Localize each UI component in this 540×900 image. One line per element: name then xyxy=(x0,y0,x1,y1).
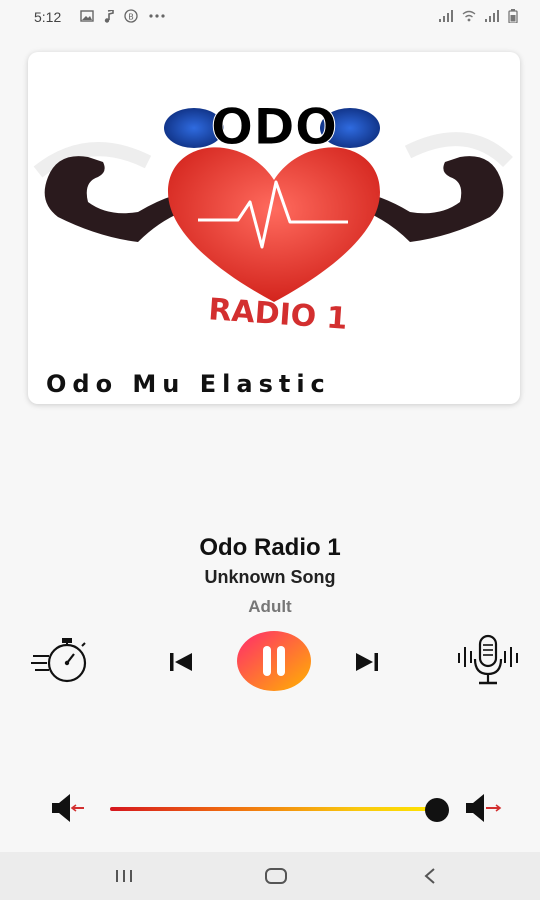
signal-icon xyxy=(485,10,499,22)
next-button[interactable] xyxy=(346,642,388,682)
back-button[interactable] xyxy=(410,862,450,890)
recents-button[interactable] xyxy=(104,862,144,890)
volume-slider-thumb[interactable] xyxy=(424,798,449,822)
volume-slider-track[interactable] xyxy=(110,807,440,811)
skip-previous-icon xyxy=(170,653,192,671)
station-banner: RADIO 1 xyxy=(207,292,348,337)
image-icon xyxy=(80,10,94,22)
svg-text:B: B xyxy=(128,13,134,22)
heart-shape xyxy=(168,147,380,302)
more-dots-icon xyxy=(149,14,165,18)
microphone-icon xyxy=(458,634,518,685)
circle-b-icon: B xyxy=(124,9,138,23)
home-icon xyxy=(265,868,287,884)
recents-icon xyxy=(116,870,132,882)
home-button[interactable] xyxy=(256,862,296,890)
sleep-timer-button[interactable] xyxy=(30,632,94,690)
volume-down-icon xyxy=(52,794,84,822)
skip-next-icon xyxy=(356,653,378,671)
volume-up-button[interactable] xyxy=(458,790,504,826)
station-title: Odo Radio 1 xyxy=(199,534,341,561)
album-art: ODO RADIO 1 Odo Mu Elastic xyxy=(28,52,520,404)
timer-icon xyxy=(31,638,87,683)
station-genre: Adult xyxy=(248,597,292,616)
previous-button[interactable] xyxy=(160,642,202,682)
status-bar: 5:12 B xyxy=(0,0,540,34)
album-caption: Odo Mu Elastic xyxy=(46,370,331,398)
back-icon xyxy=(424,868,435,884)
status-notification-icons: B xyxy=(80,9,166,23)
battery-icon xyxy=(508,9,518,23)
wifi-icon xyxy=(462,10,476,22)
music-note-icon xyxy=(104,9,114,23)
logo-text: ODO xyxy=(211,98,338,156)
signal-icon xyxy=(439,10,453,22)
pause-icon xyxy=(237,631,311,691)
station-logo-artwork: ODO RADIO 1 xyxy=(33,98,513,337)
volume-up-icon xyxy=(466,794,502,822)
voice-button[interactable] xyxy=(452,632,524,690)
volume-down-button[interactable] xyxy=(48,790,88,826)
status-time: 5:12 xyxy=(34,9,62,25)
play-pause-button[interactable] xyxy=(236,630,312,692)
system-nav-bar xyxy=(0,852,540,900)
status-system-icons xyxy=(438,9,518,23)
song-title: Unknown Song xyxy=(204,567,336,587)
